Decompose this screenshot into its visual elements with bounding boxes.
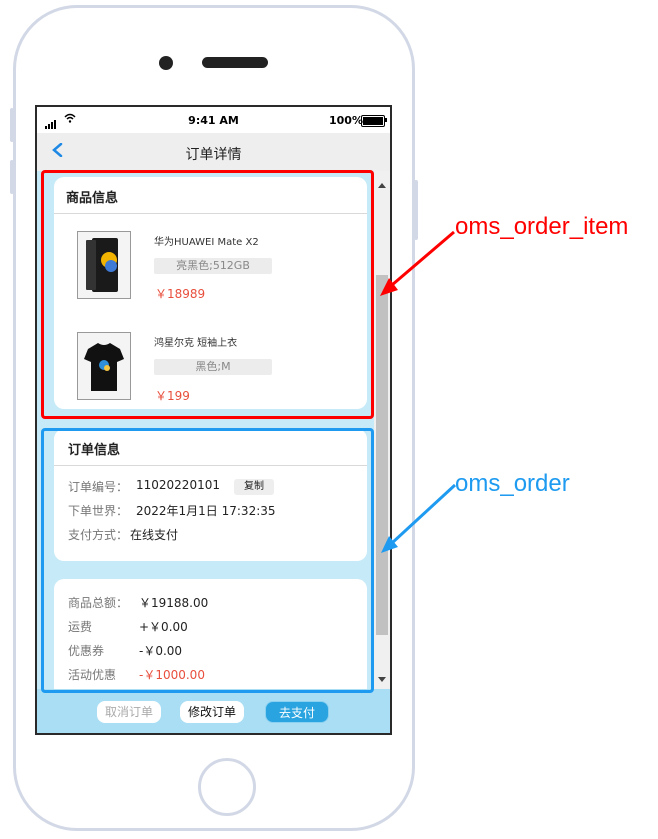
red-arrow-line [391, 230, 455, 287]
order-annotation-label: oms_order [455, 470, 570, 497]
order-item-annotation-label: oms_order_item [455, 213, 629, 240]
annotation-arrows [380, 230, 457, 553]
blue-arrow-line [390, 483, 457, 545]
